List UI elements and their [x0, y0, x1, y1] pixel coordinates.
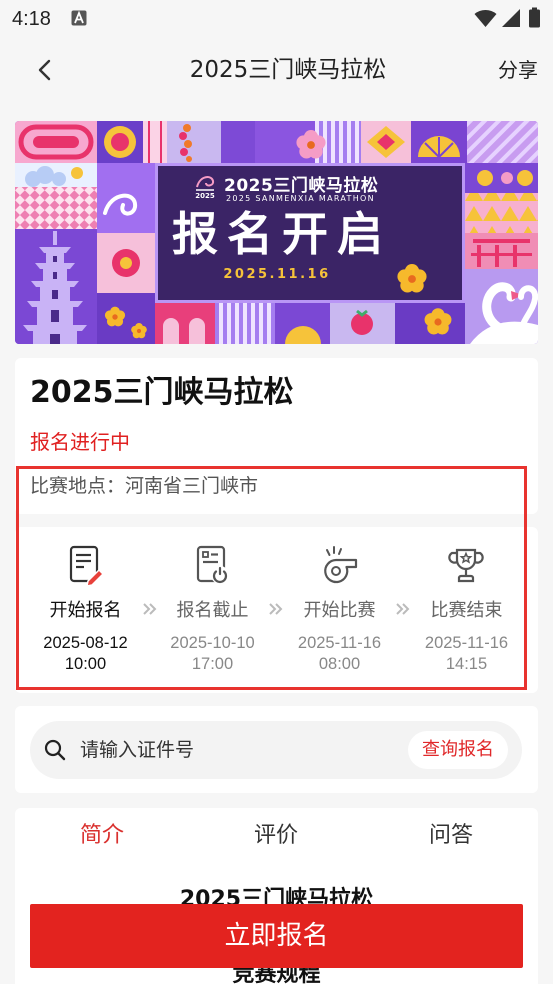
step-date: 2025-10-10	[170, 634, 255, 652]
step-label: 开始报名	[49, 600, 122, 621]
logo-swirl-icon	[196, 176, 215, 191]
marathon-logo: 2025	[192, 171, 218, 203]
timeline-step-registration-open: 开始报名 2025-08-12 10:00	[22, 527, 149, 693]
location-label: 比赛地点：	[30, 475, 126, 497]
step-time: 14:15	[445, 655, 488, 673]
event-detail-screen: 4:18 2025三门峡马拉松 分享 2025 2025三门峡马拉松 2025 …	[0, 0, 553, 984]
step-label: 开始比赛	[303, 600, 376, 621]
trophy-icon	[448, 548, 484, 583]
step-label: 比赛结束	[430, 600, 503, 621]
location-value: 河南省三门峡市	[125, 475, 259, 497]
registration-status: 报名进行中	[30, 430, 130, 454]
timeline-step-race-start: 开始比赛 2025-11-16 08:00	[276, 527, 403, 693]
step-date: 2025-11-16	[297, 634, 382, 652]
schedule-timeline: 开始报名 2025-08-12 10:00 报名截止 2025-10-10 17…	[15, 527, 538, 693]
battery-icon	[529, 7, 540, 28]
back-arrow-icon	[38, 59, 51, 81]
registration-query-card: 查询报名	[15, 706, 538, 793]
tab-reviews[interactable]: 评价	[189, 821, 363, 851]
event-location: 比赛地点：河南省三门峡市	[30, 472, 258, 500]
step-date: 2025-11-16	[424, 634, 509, 652]
banner-date: 2025.11.16	[223, 267, 331, 282]
tab-intro[interactable]: 简介	[15, 821, 189, 851]
id-number-input[interactable]	[80, 735, 400, 765]
a-notification-icon	[71, 10, 87, 26]
status-bar: 4:18	[0, 0, 553, 40]
registration-form-icon	[69, 545, 105, 587]
step-time: 08:00	[318, 655, 361, 673]
register-now-button[interactable]: 立即报名	[30, 904, 523, 968]
status-time: 4:18	[12, 8, 51, 30]
registration-closed-icon	[196, 545, 229, 584]
event-info-card: 2025三门峡马拉松 报名进行中 比赛地点：河南省三门峡市	[15, 358, 538, 514]
signal-icon	[502, 9, 520, 27]
banner-subtitle: 2025 SANMENXIA MARATHON	[226, 194, 375, 203]
whistle-icon	[324, 546, 358, 584]
step-time: 17:00	[191, 655, 234, 673]
event-name: 2025三门峡马拉松	[30, 375, 294, 410]
timeline-step-registration-close: 报名截止 2025-10-10 17:00	[149, 527, 276, 693]
step-label: 报名截止	[176, 600, 249, 621]
search-icon	[44, 739, 66, 761]
tab-qa[interactable]: 问答	[364, 821, 538, 851]
back-button[interactable]	[30, 54, 62, 86]
timeline-step-race-end: 比赛结束 2025-11-16 14:15	[403, 527, 530, 693]
search-bar: 查询报名	[30, 721, 522, 779]
logo-year: 2025	[195, 192, 215, 200]
banner-headline: 报名开启	[172, 207, 392, 261]
step-time: 10:00	[64, 655, 107, 673]
app-header: 2025三门峡马拉松 分享	[0, 40, 553, 102]
wifi-icon	[474, 9, 497, 27]
step-date: 2025-08-12	[43, 634, 128, 652]
share-button[interactable]: 分享	[498, 55, 538, 85]
page-title: 2025三门峡马拉松	[189, 57, 387, 83]
query-registration-button[interactable]: 查询报名	[408, 731, 508, 769]
event-banner: 2025 2025三门峡马拉松 2025 SANMENXIA MARATHON …	[15, 121, 538, 344]
